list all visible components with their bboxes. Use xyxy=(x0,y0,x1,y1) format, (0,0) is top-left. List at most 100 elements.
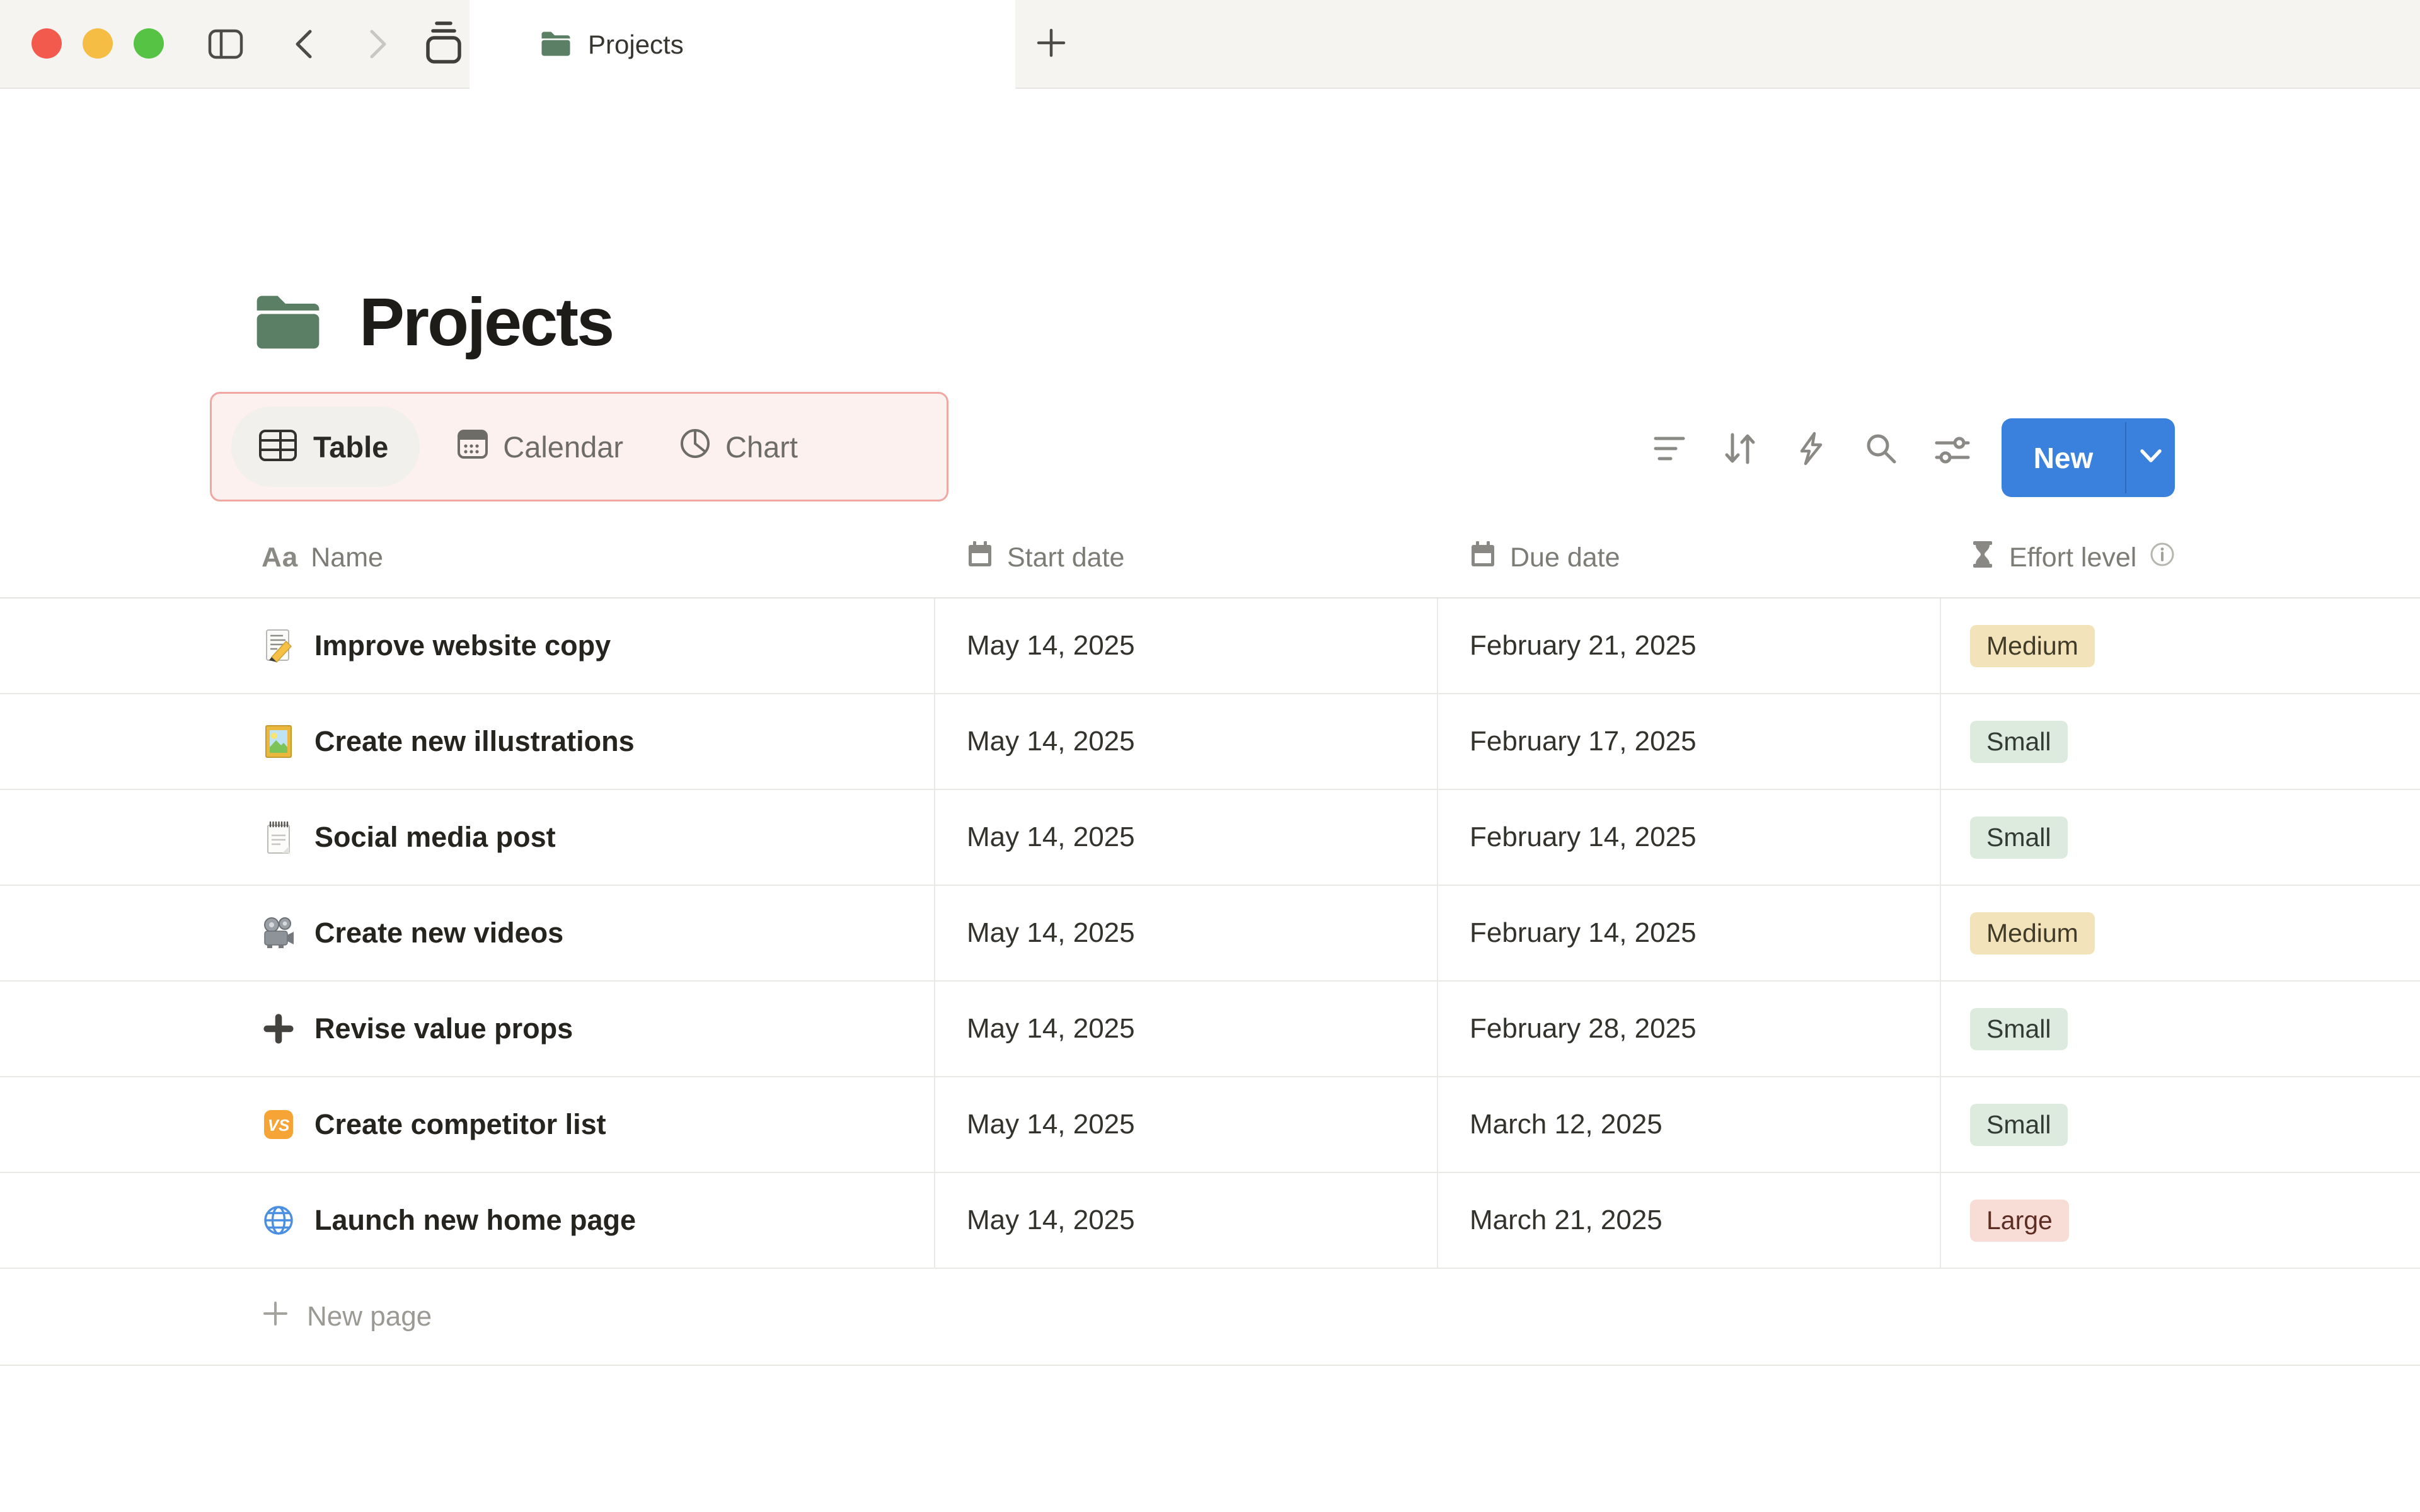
zoom-window-button[interactable] xyxy=(134,28,164,59)
memo-icon xyxy=(262,629,296,663)
database-table: Aa Name Start date Due date Effort level… xyxy=(0,518,2420,1366)
table-row[interactable]: Revise value props May 14, 2025 February… xyxy=(0,982,2420,1077)
column-header-due-date[interactable]: Due date xyxy=(1437,518,1940,597)
table-row[interactable]: Social media post May 14, 2025 February … xyxy=(0,790,2420,886)
effort-cell[interactable]: Large xyxy=(1940,1173,2420,1268)
page-name: Create competitor list xyxy=(314,1108,606,1140)
info-icon[interactable] xyxy=(2149,541,2175,575)
view-settings-icon[interactable] xyxy=(1935,433,1970,469)
page-title[interactable]: Projects xyxy=(359,282,614,361)
close-window-button[interactable] xyxy=(32,28,62,59)
name-cell[interactable]: Create new videos xyxy=(236,886,934,980)
table-row[interactable]: VS Create competitor list May 14, 2025 M… xyxy=(0,1077,2420,1173)
new-button-group: New xyxy=(2002,418,2175,497)
effort-badge: Large xyxy=(1970,1199,2069,1242)
view-tab-table[interactable]: Table xyxy=(231,406,420,487)
view-tab-label: Chart xyxy=(725,430,798,464)
tab-title: Projects xyxy=(588,29,684,59)
effort-cell[interactable]: Small xyxy=(1940,1077,2420,1172)
page-name: Create new illustrations xyxy=(314,725,635,757)
name-cell[interactable]: VS Create competitor list xyxy=(236,1077,934,1172)
new-tab-icon[interactable] xyxy=(1035,26,1068,59)
effort-cell[interactable]: Medium xyxy=(1940,598,2420,693)
sidebar-toggle-icon[interactable] xyxy=(208,29,243,59)
page-name: Revise value props xyxy=(314,1012,573,1045)
window-titlebar: Projects xyxy=(0,0,2420,89)
column-header-name[interactable]: Aa Name xyxy=(236,518,934,597)
filter-icon[interactable] xyxy=(1654,436,1685,466)
effort-cell[interactable]: Small xyxy=(1940,790,2420,885)
table-row[interactable]: Create new illustrations May 14, 2025 Fe… xyxy=(0,694,2420,790)
due-date-cell[interactable]: February 21, 2025 xyxy=(1437,598,1940,693)
pie-chart-icon xyxy=(679,427,712,467)
back-icon[interactable] xyxy=(290,28,318,60)
new-button-dropdown[interactable] xyxy=(2126,418,2175,497)
page-name: Improve website copy xyxy=(314,629,611,662)
column-header-start-date[interactable]: Start date xyxy=(934,518,1437,597)
page-name: Create new videos xyxy=(314,917,564,949)
name-cell[interactable]: Launch new home page xyxy=(236,1173,934,1268)
plus-icon xyxy=(262,1300,289,1334)
effort-badge: Medium xyxy=(1970,912,2095,954)
minimize-window-button[interactable] xyxy=(83,28,113,59)
start-date-cell[interactable]: May 14, 2025 xyxy=(934,790,1437,885)
due-date-cell[interactable]: February 17, 2025 xyxy=(1437,694,1940,789)
effort-badge: Small xyxy=(1970,816,2068,859)
effort-cell[interactable]: Medium xyxy=(1940,886,2420,980)
automations-icon[interactable] xyxy=(1797,431,1824,469)
calendar-view-icon xyxy=(456,427,489,467)
traffic-lights xyxy=(32,28,164,59)
new-button-label: New xyxy=(2033,441,2094,474)
start-date-cell[interactable]: May 14, 2025 xyxy=(934,982,1437,1076)
movie-camera-icon xyxy=(262,917,296,949)
column-label: Due date xyxy=(1510,542,1620,573)
new-button[interactable]: New xyxy=(2002,418,2125,497)
effort-cell[interactable]: Small xyxy=(1940,982,2420,1076)
page-folder-icon[interactable] xyxy=(252,290,324,353)
name-cell[interactable]: Improve website copy xyxy=(236,598,934,693)
name-cell[interactable]: Create new illustrations xyxy=(236,694,934,789)
page-header: Projects xyxy=(252,282,614,361)
column-label: Start date xyxy=(1007,542,1125,573)
view-tab-calendar[interactable]: Calendar xyxy=(456,427,623,467)
tab-stack-icon[interactable] xyxy=(424,19,464,64)
start-date-cell[interactable]: May 14, 2025 xyxy=(934,598,1437,693)
plus-icon xyxy=(262,1013,296,1045)
due-date-cell[interactable]: March 12, 2025 xyxy=(1437,1077,1940,1172)
due-date-cell[interactable]: February 14, 2025 xyxy=(1437,790,1940,885)
view-tab-chart[interactable]: Chart xyxy=(679,427,798,467)
column-label: Name xyxy=(311,542,383,573)
calendar-icon xyxy=(965,540,994,576)
page-name: Social media post xyxy=(314,821,556,853)
start-date-cell[interactable]: May 14, 2025 xyxy=(934,1173,1437,1268)
table-header-row: Aa Name Start date Due date Effort level xyxy=(0,518,2420,598)
sort-icon[interactable] xyxy=(1723,431,1757,469)
due-date-cell[interactable]: March 21, 2025 xyxy=(1437,1173,1940,1268)
effort-cell[interactable]: Small xyxy=(1940,694,2420,789)
forward-icon[interactable] xyxy=(364,28,392,60)
folder-icon xyxy=(540,29,572,60)
start-date-cell[interactable]: May 14, 2025 xyxy=(934,694,1437,789)
effort-badge: Small xyxy=(1970,720,2068,763)
effort-badge: Small xyxy=(1970,1007,2068,1050)
page-name: Launch new home page xyxy=(314,1204,637,1236)
table-row[interactable]: Improve website copy May 14, 2025 Februa… xyxy=(0,598,2420,694)
text-type-icon: Aa xyxy=(262,542,299,573)
start-date-cell[interactable]: May 14, 2025 xyxy=(934,886,1437,980)
table-row[interactable]: Launch new home page May 14, 2025 March … xyxy=(0,1173,2420,1269)
column-header-effort-level[interactable]: Effort level xyxy=(1940,518,2420,597)
effort-badge: Medium xyxy=(1970,624,2095,667)
titlebar-divider xyxy=(0,88,2420,89)
new-page-button[interactable]: New page xyxy=(0,1269,2420,1366)
due-date-cell[interactable]: February 28, 2025 xyxy=(1437,982,1940,1076)
column-label: Effort level xyxy=(2009,542,2137,573)
tab-projects[interactable]: Projects xyxy=(470,0,1015,89)
view-tab-label: Calendar xyxy=(503,430,624,464)
name-cell[interactable]: Revise value props xyxy=(236,982,934,1076)
name-cell[interactable]: Social media post xyxy=(236,790,934,885)
new-page-label: New page xyxy=(307,1301,432,1332)
start-date-cell[interactable]: May 14, 2025 xyxy=(934,1077,1437,1172)
due-date-cell[interactable]: February 14, 2025 xyxy=(1437,886,1940,980)
table-row[interactable]: Create new videos May 14, 2025 February … xyxy=(0,886,2420,982)
search-icon[interactable] xyxy=(1865,432,1898,468)
